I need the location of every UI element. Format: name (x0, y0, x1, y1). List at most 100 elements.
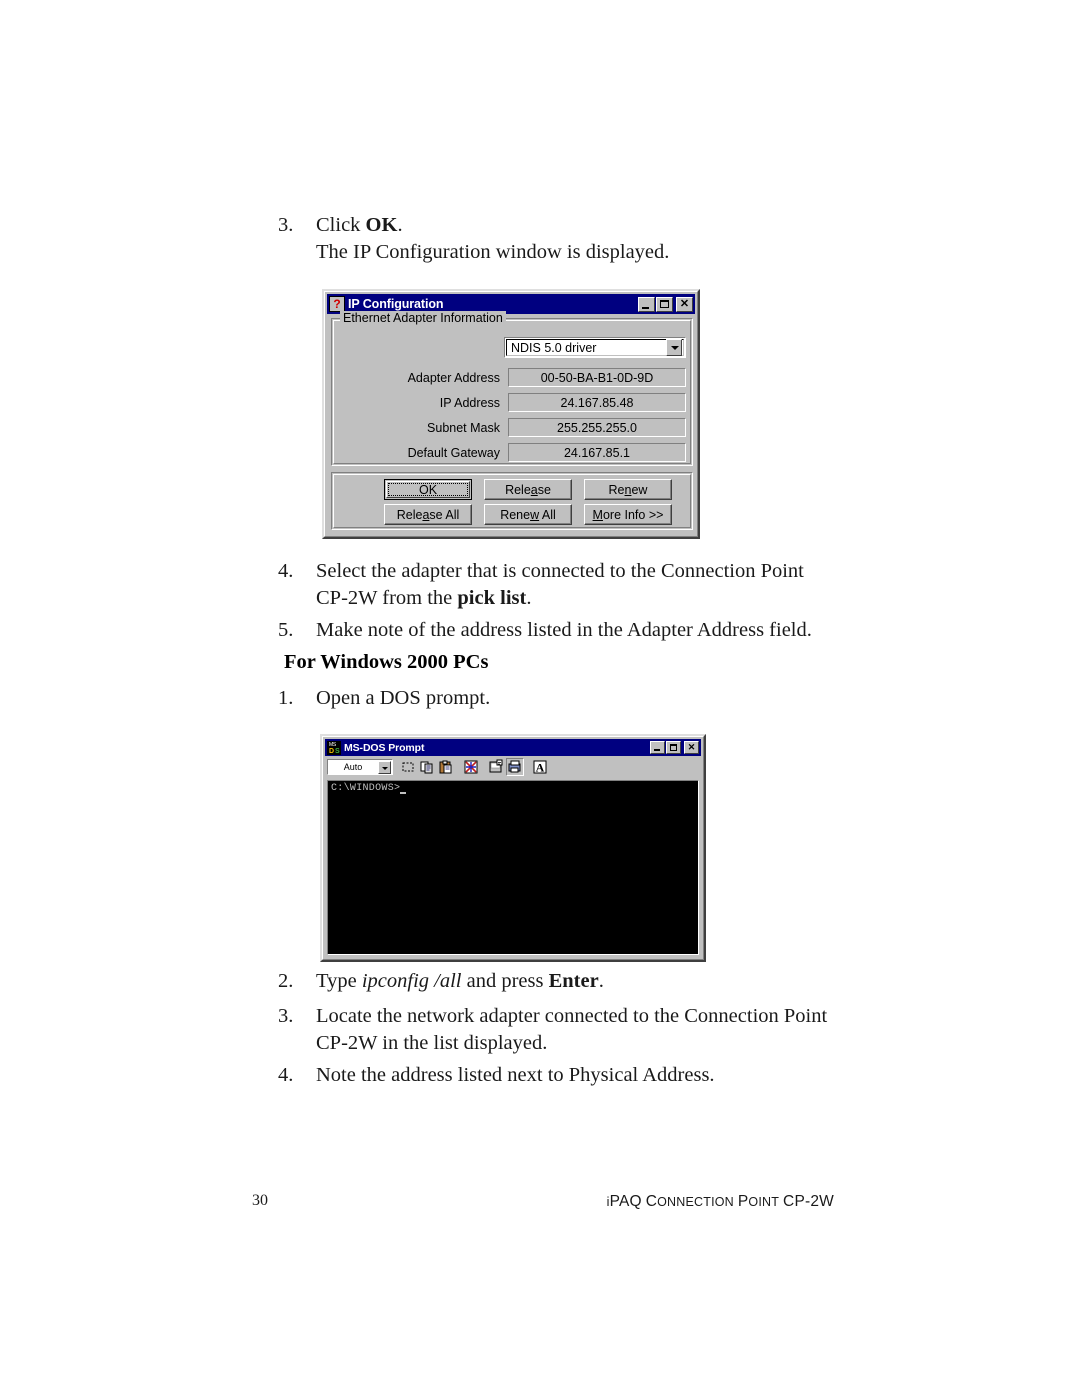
renew-all-button[interactable]: Renew All (484, 504, 572, 525)
font-size-value: Auto (343, 762, 363, 772)
page-section-heading: For Windows 2000 PCs (284, 651, 489, 673)
maximize-button[interactable] (666, 741, 681, 754)
release-all-button-label: Release All (396, 507, 460, 522)
footer-document-title: iPAQ CONNECTION POINT CP-2W (606, 1193, 834, 1210)
groupbox-label: Ethernet Adapter Information (340, 311, 506, 325)
adapter-select-inner: NDIS 5.0 driver (506, 339, 684, 356)
list-item: 2. Type ipconfig /all and press Enter. (278, 968, 858, 995)
renew-all-button-label: Renew All (500, 507, 556, 522)
list-item: 4. Note the address listed next to Physi… (278, 1062, 858, 1089)
copy-icon[interactable] (418, 758, 436, 776)
list-number: 3. (278, 1005, 294, 1027)
field-value: 24.167.85.1 (508, 443, 686, 462)
step2-text: Type ipconfig /all and press Enter. (316, 970, 604, 992)
field-label: IP Address (439, 395, 500, 410)
font-size-select[interactable]: Auto (327, 759, 393, 775)
minimize-button[interactable] (638, 296, 655, 312)
renew-button[interactable]: Renew (584, 479, 672, 500)
field-label: Default Gateway (407, 445, 500, 460)
question-mark-icon: ? (329, 296, 345, 312)
adapter-select-value: NDIS 5.0 driver (511, 340, 597, 355)
maximize-icon (657, 298, 672, 311)
ethernet-adapter-groupbox: Ethernet Adapter Information NDIS 5.0 dr… (331, 311, 693, 466)
list-text: Select the adapter that is connected to … (316, 558, 838, 612)
ms-dos-icon-s: S (335, 747, 340, 755)
field-label: Subnet Mask (427, 420, 500, 435)
step3-line1-suffix: . (397, 214, 403, 236)
step4-line2: CP-2W from the pick list. (316, 587, 532, 609)
list-number: 5. (278, 619, 294, 641)
field-label: Adapter Address (407, 370, 500, 385)
step5-line1: Make note of the address listed in the A… (316, 619, 812, 641)
maximize-button[interactable] (656, 296, 673, 312)
list-item: 4. Select the adapter that is connected … (278, 558, 838, 612)
ok-button[interactable]: OK (384, 479, 472, 500)
window-controls: ✕ (638, 296, 693, 312)
mark-icon[interactable] (399, 758, 417, 776)
msdos-console-line: C:\WINDOWS> (328, 781, 698, 795)
step3-line2: The IP Configuration window is displayed… (316, 241, 670, 263)
ip-config-title: IP Configuration (348, 297, 444, 311)
ip-configuration-window[interactable]: ? IP Configuration ✕ Ethernet Adapter In… (322, 289, 700, 539)
minimize-button[interactable] (650, 741, 665, 754)
field-value: 255.255.255.0 (508, 418, 686, 437)
release-button[interactable]: Release (484, 479, 572, 500)
adapter-select[interactable]: NDIS 5.0 driver (504, 337, 686, 358)
msdos-toolbar: Auto A (325, 756, 701, 778)
more-info-button-label: More Info >> (592, 507, 664, 522)
release-all-button[interactable]: Release All (384, 504, 472, 525)
list-number: 4. (278, 1064, 294, 1086)
list-item: 3. Locate the network adapter connected … (278, 1003, 858, 1057)
window-controls: ✕ (650, 741, 699, 754)
ipconfig-italic: ipconfig /all (361, 970, 462, 992)
step3-line1: Click OK. (316, 212, 838, 239)
ms-dos-prompt-window[interactable]: MS D S MS-DOS Prompt ✕ Auto A C:\WINDOWS… (320, 734, 706, 962)
list-item: 3. Click OK. The IP Configuration window… (278, 212, 838, 266)
button-panel: OK Release Renew Release All Renew All M… (331, 472, 693, 530)
close-icon: ✕ (687, 742, 696, 752)
more-info-button[interactable]: More Info >> (584, 504, 672, 525)
list-text: Click OK. The IP Configuration window is… (316, 212, 838, 266)
list-number: 1. (278, 687, 294, 709)
background-icon[interactable] (506, 758, 524, 776)
step4b-text: Note the address listed next to Physical… (316, 1064, 715, 1086)
full-screen-icon[interactable] (462, 758, 480, 776)
text-cursor (400, 792, 407, 794)
step3-line1-prefix: Click (316, 214, 366, 236)
msdos-title: MS-DOS Prompt (344, 741, 425, 754)
release-button-label: Release (505, 482, 551, 497)
win2000-step1-text: Open a DOS prompt. (316, 687, 491, 709)
field-value: 00-50-BA-B1-0D-9D (508, 368, 686, 387)
list-item: 5. Make note of the address listed in th… (278, 617, 858, 644)
field-adapter-address: Adapter Address 00-50-BA-B1-0D-9D (340, 367, 686, 388)
list-number: 2. (278, 970, 294, 992)
font-icon[interactable]: A (531, 758, 549, 776)
close-button[interactable]: ✕ (676, 296, 693, 312)
msdos-titlebar[interactable]: MS D S MS-DOS Prompt ✕ (325, 739, 701, 756)
paste-icon[interactable] (437, 758, 455, 776)
window-inner-frame: ? IP Configuration ✕ Ethernet Adapter In… (324, 291, 698, 537)
step3b-line2: CP-2W in the list displayed. (316, 1032, 548, 1054)
button-grid: OK Release Renew Release All Renew All M… (384, 479, 672, 525)
step4-line1: Select the adapter that is connected to … (316, 560, 804, 582)
chevron-down-icon[interactable] (666, 339, 682, 356)
field-ip-address: IP Address 24.167.85.48 (340, 392, 686, 413)
msdos-console[interactable]: C:\WINDOWS> (327, 780, 699, 955)
step3b-line1: Locate the network adapter connected to … (316, 1005, 828, 1027)
ms-dos-icon: MS D S (327, 740, 341, 755)
properties-icon[interactable] (487, 758, 505, 776)
close-icon: ✕ (679, 297, 690, 310)
minimize-icon (651, 742, 664, 753)
close-button[interactable]: ✕ (684, 741, 699, 754)
window-inner-frame: MS D S MS-DOS Prompt ✕ Auto A C:\WINDOWS… (322, 736, 704, 960)
svg-text:A: A (536, 761, 545, 775)
minimize-icon (639, 298, 654, 311)
chevron-down-icon[interactable] (378, 760, 391, 774)
list-number: 4. (278, 560, 294, 582)
footer-page-number: 30 (252, 1192, 268, 1209)
field-default-gateway: Default Gateway 24.167.85.1 (340, 442, 686, 463)
maximize-icon (667, 742, 680, 753)
ms-dos-icon-d: D (329, 747, 335, 755)
renew-button-label: Renew (608, 482, 648, 497)
enter-bold: Enter (548, 970, 599, 992)
